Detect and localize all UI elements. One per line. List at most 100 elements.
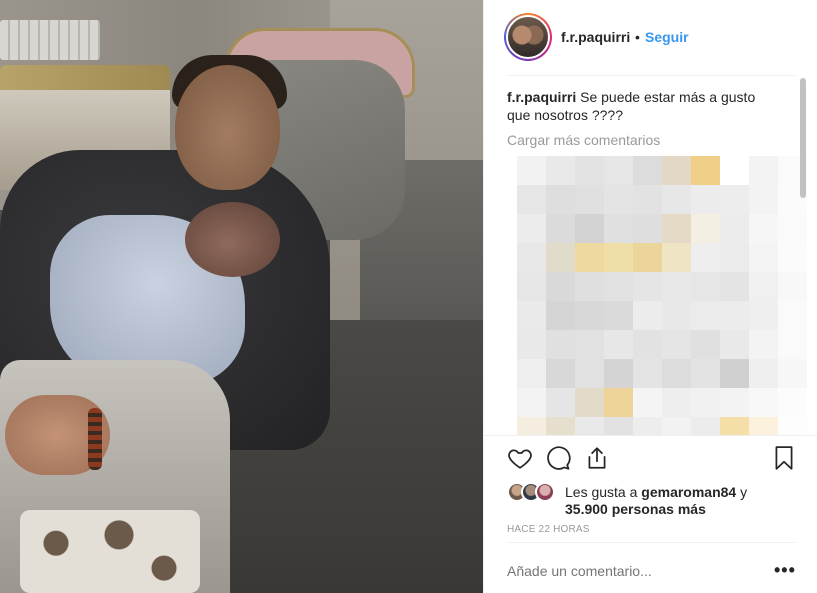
pixel-block xyxy=(633,417,662,435)
pixel-block xyxy=(604,388,633,417)
pixel-block xyxy=(517,185,546,214)
pixel-block xyxy=(546,243,575,272)
pixel-block xyxy=(749,243,778,272)
pixel-block xyxy=(749,417,778,435)
photo-man-head xyxy=(175,65,280,190)
pixel-block xyxy=(749,359,778,388)
caption-username[interactable]: f.r.paquirri xyxy=(507,89,576,105)
pixel-block xyxy=(604,185,633,214)
pixel-block xyxy=(575,301,604,330)
pixel-block xyxy=(662,243,691,272)
pixel-block xyxy=(604,156,633,185)
likes-prefix: Les gusta a xyxy=(565,484,638,500)
header-username[interactable]: f.r.paquirri xyxy=(561,29,630,45)
pixel-block xyxy=(517,272,546,301)
pixel-block xyxy=(662,301,691,330)
pixel-block xyxy=(691,272,720,301)
likes-section: Les gusta a gemaroman84 y 35.900 persona… xyxy=(507,480,797,520)
pixel-block xyxy=(691,388,720,417)
pixel-block xyxy=(633,156,662,185)
likes-count-link[interactable]: 35.900 personas más xyxy=(565,501,706,517)
pixel-block xyxy=(517,388,546,417)
pixel-block xyxy=(633,185,662,214)
pixel-block xyxy=(546,417,575,435)
pixel-block xyxy=(633,214,662,243)
pixel-block xyxy=(633,272,662,301)
action-bar xyxy=(507,445,797,475)
pixel-block xyxy=(517,330,546,359)
pixel-block xyxy=(720,272,749,301)
pixel-block xyxy=(749,156,778,185)
likes-conjunction: y xyxy=(740,484,748,500)
comment-icon[interactable] xyxy=(545,445,571,473)
actions-divider xyxy=(484,435,817,436)
photo-baby-head xyxy=(185,202,280,277)
add-comment-input[interactable] xyxy=(507,563,737,579)
pixel-block xyxy=(604,243,633,272)
pixel-block xyxy=(575,272,604,301)
pixel-block xyxy=(662,388,691,417)
liker-avatar xyxy=(535,482,555,502)
pixel-block xyxy=(604,272,633,301)
pixel-block xyxy=(633,359,662,388)
pixel-block xyxy=(546,214,575,243)
pixel-block xyxy=(691,243,720,272)
pixel-block xyxy=(575,388,604,417)
pixel-block xyxy=(633,301,662,330)
pixel-block xyxy=(749,185,778,214)
post-timestamp[interactable]: HACE 22 HORAS xyxy=(507,524,590,535)
pixel-block xyxy=(517,301,546,330)
pixel-block xyxy=(720,330,749,359)
pixel-block xyxy=(749,330,778,359)
separator-dot: • xyxy=(635,29,640,45)
follow-button[interactable]: Seguir xyxy=(645,29,689,45)
pixel-block xyxy=(517,156,546,185)
pixelated-comments xyxy=(517,156,807,435)
post-caption: f.r.paquirri Se puede estar más a gusto … xyxy=(507,88,777,124)
share-icon[interactable] xyxy=(584,445,610,473)
liker-avatars[interactable] xyxy=(507,482,559,502)
pixel-block xyxy=(662,359,691,388)
bookmark-icon[interactable] xyxy=(771,445,797,473)
pixel-block xyxy=(720,214,749,243)
pixel-block xyxy=(546,185,575,214)
liker-username[interactable]: gemaroman84 xyxy=(641,484,736,500)
pixel-block xyxy=(691,301,720,330)
scrollbar-thumb[interactable] xyxy=(800,78,806,198)
post-header: f.r.paquirri • Seguir xyxy=(484,0,817,75)
pixel-block xyxy=(662,214,691,243)
heart-icon[interactable] xyxy=(507,445,533,473)
comment-divider xyxy=(507,542,795,543)
pixel-block xyxy=(633,243,662,272)
comments-area[interactable]: f.r.paquirri Se puede estar más a gusto … xyxy=(507,76,807,435)
pixel-block xyxy=(575,330,604,359)
pixel-block xyxy=(517,243,546,272)
pixel-block xyxy=(633,330,662,359)
pixel-block xyxy=(720,359,749,388)
pixel-block xyxy=(691,417,720,435)
likes-text: Les gusta a gemaroman84 y xyxy=(565,483,795,501)
pixel-block xyxy=(604,330,633,359)
photo-giraffe-blanket xyxy=(20,510,200,593)
more-options-icon[interactable]: ••• xyxy=(774,560,796,581)
pixel-block xyxy=(662,417,691,435)
pixel-block xyxy=(517,214,546,243)
profile-avatar[interactable] xyxy=(504,13,552,61)
pixel-block xyxy=(575,185,604,214)
pixel-block xyxy=(517,359,546,388)
pixel-block xyxy=(720,156,749,185)
pixel-block xyxy=(546,388,575,417)
pixel-block xyxy=(517,417,546,435)
pixel-block xyxy=(720,388,749,417)
pixel-block xyxy=(575,417,604,435)
pixel-block xyxy=(749,388,778,417)
pixel-block xyxy=(662,156,691,185)
post-photo[interactable] xyxy=(0,0,483,593)
pixel-block xyxy=(604,359,633,388)
pixel-block xyxy=(662,272,691,301)
pixel-block xyxy=(546,156,575,185)
pixel-block xyxy=(691,330,720,359)
photo-radiator xyxy=(0,20,100,60)
load-more-comments-button[interactable]: Cargar más comentarios xyxy=(507,132,660,148)
comments-scrollbar[interactable] xyxy=(798,76,807,435)
